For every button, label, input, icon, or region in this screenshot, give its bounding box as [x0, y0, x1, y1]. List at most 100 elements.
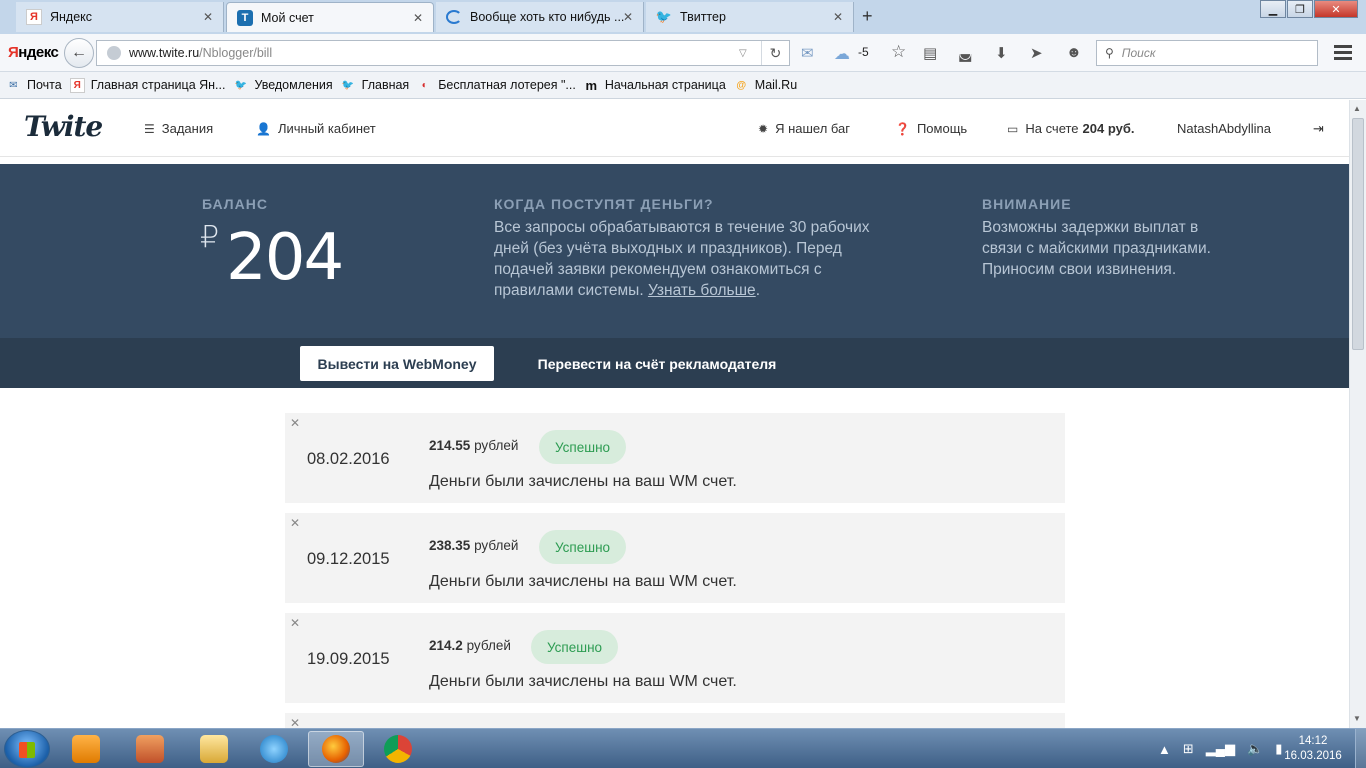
page-scrollbar[interactable]: ▲ ▼ [1349, 100, 1366, 728]
close-icon[interactable]: ✕ [623, 10, 633, 24]
weather-cloud-icon[interactable]: ☁ [834, 44, 850, 64]
back-button[interactable]: ← [64, 38, 94, 68]
globe-icon [107, 46, 121, 60]
lottery-icon: ◐ [421, 79, 428, 91]
chat-icon[interactable]: ☻ [1066, 44, 1082, 61]
close-icon[interactable]: ✕ [203, 10, 213, 24]
bookmark-mail[interactable]: ✉ Почта [6, 78, 61, 93]
learn-more-link[interactable]: Узнать больше [648, 282, 756, 299]
mailru-icon: @ [736, 79, 747, 91]
loading-icon [446, 10, 462, 24]
arrow-left-icon: ← [71, 44, 87, 61]
pocket-icon[interactable]: ◛ [958, 44, 973, 62]
search-icon: ⚲ [1105, 46, 1114, 60]
bug-icon: ✹ [758, 121, 769, 136]
balance-heading: Баланс [202, 196, 268, 212]
url-text[interactable]: www.twite.ru/Nblogger/bill [129, 46, 739, 60]
tray-expand-icon[interactable]: ▲ [1158, 742, 1171, 757]
volume-icon[interactable]: 🔈 [1247, 741, 1263, 757]
bookmark-lottery[interactable]: ◐ Бесплатная лотерея "... [417, 78, 576, 93]
new-tab-button[interactable]: + [862, 6, 873, 27]
url-bar[interactable]: www.twite.ru/Nblogger/bill ▽ ↻ [96, 40, 790, 66]
tab-yandex[interactable]: Я Яндекс ✕ [16, 2, 224, 32]
tab-webmoney[interactable]: Вывести на WebMoney [300, 346, 494, 381]
tab-title: Мой счет [261, 10, 314, 25]
mail-icon[interactable]: ✉ [801, 44, 814, 62]
delete-icon[interactable]: ✕ [290, 616, 300, 630]
tab-advertiser-transfer[interactable]: Перевести на счёт рекламодателя [526, 346, 788, 381]
minimize-button[interactable]: ▁ [1260, 0, 1286, 18]
reading-list-icon[interactable]: ▤ [923, 44, 937, 62]
internet-explorer-icon[interactable] [246, 731, 302, 767]
tab-title: Вообще хоть кто нибудь ... [470, 10, 625, 24]
reload-icon[interactable]: ↻ [761, 41, 789, 65]
tab-my-account[interactable]: T Мой счет ✕ [226, 2, 434, 32]
nav-bug[interactable]: ✹ Я нашел баг [758, 121, 850, 136]
close-window-button[interactable]: ✕ [1314, 0, 1358, 18]
system-clock[interactable]: 14:12 16.03.2016 [1280, 734, 1346, 764]
nav-username[interactable]: NatashAbdyllina [1177, 121, 1271, 136]
tab-forum[interactable]: Вообще хоть кто нибудь ... ✕ [436, 2, 644, 32]
send-icon[interactable]: ➤ [1030, 44, 1043, 62]
dropdown-arrow-icon[interactable]: ▽ [739, 48, 761, 59]
delete-icon[interactable]: ✕ [290, 516, 300, 530]
installer-icon[interactable] [122, 731, 178, 767]
nav-cabinet[interactable]: 👤 Личный кабинет [256, 121, 376, 136]
nav-tasks[interactable]: ☰ Задания [144, 121, 213, 136]
delete-icon[interactable]: ✕ [290, 416, 300, 430]
windows-taskbar: ▲ ⊞ ▂▄▆ 🔈 ▮ 14:12 16.03.2016 [0, 728, 1366, 768]
payment-row: ✕ 19.09.2015 214.2 рублей Успешно Деньги… [285, 613, 1065, 703]
twitter-icon: 🐦 [341, 79, 355, 91]
status-badge: Успешно [539, 530, 627, 564]
balance-hero: Баланс ₽ 204 Когда поступят деньги? Все … [0, 164, 1349, 338]
bookmark-home[interactable]: 🐦 Главная [341, 78, 409, 93]
nav-help[interactable]: ❓ Помощь [895, 121, 967, 136]
mail-icon: ✉ [9, 79, 18, 91]
yandex-icon: Я [26, 9, 42, 25]
browser-tab-bar: Я Яндекс ✕ T Мой счет ✕ Вообще хоть кто … [0, 0, 1366, 34]
scroll-up-icon[interactable]: ▲ [1353, 104, 1361, 113]
yandex-icon: Я [69, 77, 85, 93]
clock-date: 16.03.2016 [1284, 750, 1342, 762]
menu-icon[interactable] [1334, 45, 1352, 63]
logout-icon[interactable]: ⇥ [1313, 121, 1324, 137]
bookmark-notifications[interactable]: 🐦 Уведомления [233, 78, 333, 93]
payment-row: ✕ 09.12.2015 238.35 рублей Успешно Деньг… [285, 513, 1065, 603]
twite-icon: T [237, 9, 253, 26]
yandex-logo[interactable]: Яндекс [8, 44, 59, 61]
action-center-icon[interactable]: ⊞ [1183, 741, 1194, 757]
site-logo[interactable]: Twite [24, 110, 103, 143]
restore-button[interactable]: ❐ [1287, 0, 1313, 18]
weather-temp[interactable]: -5 [858, 45, 869, 59]
download-icon[interactable]: ⬇ [995, 44, 1008, 62]
status-badge: Успешно [539, 430, 627, 464]
close-icon[interactable]: ✕ [413, 11, 423, 25]
bookmark-yandex[interactable]: Я Главная страница Ян... [69, 77, 225, 93]
delete-icon[interactable]: ✕ [290, 716, 300, 728]
firefox-icon[interactable] [308, 731, 364, 767]
bookmark-mailru[interactable]: @ Mail.Ru [734, 78, 797, 93]
withdraw-tabs: Вывести на WebMoney Перевести на счёт ре… [0, 338, 1349, 388]
close-icon[interactable]: ✕ [833, 10, 843, 24]
scrollbar-thumb[interactable] [1352, 118, 1364, 350]
chrome-icon[interactable] [370, 731, 426, 767]
ruble-icon: ₽ [200, 221, 220, 254]
payment-date: 19.09.2015 [307, 650, 390, 668]
nav-account-balance[interactable]: ▭ На счете 204 руб. [1007, 121, 1135, 136]
file-explorer-icon[interactable] [186, 731, 242, 767]
start-button[interactable] [4, 730, 50, 768]
search-input[interactable]: ⚲ Поиск [1096, 40, 1318, 66]
star-icon[interactable]: ☆ [891, 42, 906, 62]
show-desktop-button[interactable] [1355, 729, 1366, 768]
search-placeholder: Поиск [1121, 46, 1156, 60]
clock-time: 14:12 [1298, 735, 1328, 747]
payment-date: 09.12.2015 [307, 550, 390, 568]
network-icon[interactable]: ▂▄▆ [1206, 741, 1235, 757]
tab-twitter[interactable]: 🐦 Твиттер ✕ [646, 2, 854, 32]
media-player-icon[interactable] [58, 731, 114, 767]
scroll-down-icon[interactable]: ▼ [1353, 714, 1361, 723]
bookmark-start-page[interactable]: m Начальная страница [584, 78, 726, 93]
m-icon: m [585, 77, 598, 93]
page-viewport: Twite ☰ Задания 👤 Личный кабинет ✹ Я нашел … [0, 100, 1349, 728]
twitter-icon: 🐦 [234, 79, 248, 91]
